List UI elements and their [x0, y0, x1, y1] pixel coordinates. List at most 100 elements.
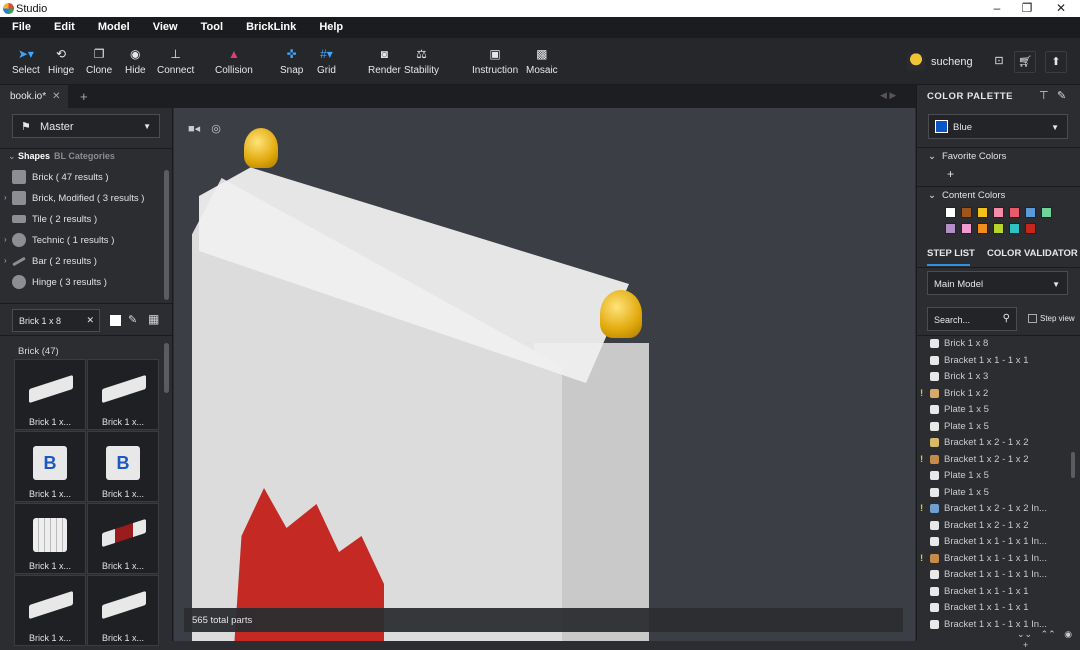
expand-all-icon[interactable]: ⌃⌃ — [1041, 629, 1056, 639]
connect-tool[interactable]: ⊥ Connect — [157, 47, 194, 76]
stability-tool[interactable]: ⚖ Stability — [404, 47, 439, 76]
upload-icon[interactable]: ⬆ — [1045, 51, 1067, 73]
step-list-item[interactable]: Bracket 1 x 1 - 1 x 1 — [917, 600, 1072, 616]
orbit-icon[interactable]: ◎ — [211, 123, 221, 135]
minimize-button[interactable]: – — [982, 0, 1012, 17]
step-search-input[interactable]: Search... ⚲ — [927, 307, 1017, 331]
step-list-item[interactable]: ! Bracket 1 x 2 - 1 x 2 — [917, 452, 1072, 468]
menu-tool[interactable]: Tool — [201, 17, 223, 38]
tab-step-list[interactable]: STEP LIST — [927, 248, 975, 259]
grid-tool[interactable]: #▾ Grid — [317, 47, 336, 76]
edit-filter-icon[interactable]: ✎ — [128, 313, 137, 326]
login-icon[interactable]: ⊡ — [988, 51, 1010, 73]
category-technic[interactable]: › Technic ( 1 results ) — [0, 230, 165, 251]
step-list-item[interactable]: Plate 1 x 5 — [917, 468, 1072, 484]
color-swatch[interactable] — [993, 223, 1004, 234]
part-tile[interactable]: Brick 1 x... — [14, 503, 86, 574]
step-list-item[interactable]: ! Bracket 1 x 2 - 1 x 2 In... — [917, 501, 1072, 517]
menu-view[interactable]: View — [153, 17, 178, 38]
favorite-colors-header[interactable]: ⌄ Favorite Colors — [928, 151, 1006, 162]
hinge-tool[interactable]: ⟲ Hinge — [48, 47, 74, 76]
snap-tool[interactable]: ✜ Snap — [280, 47, 303, 76]
part-tile[interactable]: Brick 1 x... — [14, 575, 86, 646]
part-tile[interactable]: Brick 1 x... — [87, 575, 159, 646]
color-dropdown[interactable]: Blue ▼ — [928, 114, 1068, 139]
tab-bl-categories[interactable]: BL Categories — [54, 151, 115, 161]
part-tile[interactable]: B Brick 1 x... — [14, 431, 86, 502]
select-tool[interactable]: ➤▾ Select — [12, 47, 40, 76]
color-swatch[interactable] — [1041, 207, 1052, 218]
menu-bricklink[interactable]: BrickLink — [246, 17, 296, 38]
tab-shapes[interactable]: Shapes — [18, 151, 50, 161]
step-list-item[interactable]: Bracket 1 x 2 - 1 x 2 — [917, 518, 1072, 534]
square-view-icon[interactable] — [110, 315, 121, 326]
collapse-icon[interactable]: ⌄ — [8, 151, 16, 162]
visibility-icon[interactable]: ◉ — [1064, 629, 1072, 639]
step-list-item[interactable]: Plate 1 x 5 — [917, 402, 1072, 418]
menu-file[interactable]: File — [12, 17, 31, 38]
master-dropdown[interactable]: ⚑ Master ▼ — [12, 114, 160, 138]
color-swatch[interactable] — [1009, 207, 1020, 218]
part-search-input[interactable]: Brick 1 x 8 ✕ — [12, 309, 100, 332]
color-swatch[interactable] — [977, 207, 988, 218]
paint-roller-icon[interactable]: ⊤ — [1039, 89, 1049, 102]
tab-color-validator[interactable]: COLOR VALIDATOR — [987, 248, 1078, 259]
menu-edit[interactable]: Edit — [54, 17, 75, 38]
hide-tool[interactable]: ◉ Hide — [125, 47, 146, 76]
color-swatch[interactable] — [977, 223, 988, 234]
category-brick[interactable]: Brick ( 47 results ) — [0, 167, 165, 188]
color-swatch[interactable] — [1009, 223, 1020, 234]
color-swatch[interactable] — [993, 207, 1004, 218]
content-colors-header[interactable]: ⌄ Content Colors — [928, 190, 1005, 201]
part-tile[interactable]: Brick 1 x... — [14, 359, 86, 430]
step-list-item[interactable]: Bracket 1 x 1 - 1 x 1 — [917, 584, 1072, 600]
video-camera-icon[interactable]: ■◂ — [188, 123, 200, 135]
part-tile[interactable]: B Brick 1 x... — [87, 431, 159, 502]
mosaic-tool[interactable]: ▩ Mosaic — [526, 47, 558, 76]
color-swatch[interactable] — [945, 207, 956, 218]
checkbox[interactable] — [1028, 314, 1037, 324]
color-swatch[interactable] — [961, 223, 972, 234]
eyedropper-icon[interactable]: ✎ — [1057, 89, 1066, 102]
step-list-item[interactable]: ! Brick 1 x 2 — [917, 386, 1072, 402]
model-dropdown[interactable]: Main Model ▼ — [927, 271, 1068, 295]
category-bar[interactable]: › Bar ( 2 results ) — [0, 251, 165, 272]
step-list-item[interactable]: Bracket 1 x 1 - 1 x 1 — [917, 353, 1072, 369]
step-list-item[interactable]: Bracket 1 x 1 - 1 x 1 In... — [917, 534, 1072, 550]
add-tab-button[interactable]: + — [80, 89, 88, 104]
color-swatch[interactable] — [961, 207, 972, 218]
menu-help[interactable]: Help — [319, 17, 343, 38]
step-list-item[interactable]: Bracket 1 x 1 - 1 x 1 In... — [917, 567, 1072, 583]
clone-tool[interactable]: ❐ Clone — [86, 47, 112, 76]
tab-book[interactable]: book.io* ✕ — [0, 85, 68, 108]
cart-icon[interactable]: 🛒︎ — [1014, 51, 1036, 73]
step-list-item[interactable]: Bracket 1 x 2 - 1 x 2 — [917, 435, 1072, 451]
category-scrollbar[interactable] — [164, 170, 169, 300]
step-list-item[interactable]: Plate 1 x 5 — [917, 485, 1072, 501]
step-view-checkbox[interactable]: Step view — [1028, 314, 1075, 324]
parts-scrollbar[interactable] — [164, 343, 169, 393]
add-step-icon[interactable]: + — [1023, 640, 1028, 650]
part-tile[interactable]: Brick 1 x... — [87, 503, 159, 574]
restore-button[interactable]: ❐ — [1012, 0, 1042, 17]
step-list-item[interactable]: Plate 1 x 5 — [917, 419, 1072, 435]
menu-model[interactable]: Model — [98, 17, 130, 38]
color-swatch[interactable] — [1025, 223, 1036, 234]
step-list-item[interactable]: ! Bracket 1 x 1 - 1 x 1 In... — [917, 551, 1072, 567]
step-list-item[interactable]: Brick 1 x 3 — [917, 369, 1072, 385]
category-hinge[interactable]: Hinge ( 3 results ) — [0, 272, 165, 293]
add-favorite-color-button[interactable]: + — [947, 167, 954, 181]
color-swatch[interactable] — [945, 223, 956, 234]
clear-search-icon[interactable]: ✕ — [86, 315, 94, 326]
category-brick-modified[interactable]: › Brick, Modified ( 3 results ) — [0, 188, 165, 209]
category-tile[interactable]: Tile ( 2 results ) — [0, 209, 165, 230]
collapse-all-icon[interactable]: ⌄⌄ — [1017, 629, 1032, 639]
grid-view-icon[interactable]: ▦ — [148, 312, 159, 326]
render-tool[interactable]: ◙ Render — [368, 47, 401, 76]
step-list-item[interactable]: Brick 1 x 8 — [917, 336, 1072, 352]
close-tab-icon[interactable]: ✕ — [52, 91, 60, 102]
3d-viewport[interactable]: ■◂ ◎ 565 total parts — [174, 108, 915, 641]
part-tile[interactable]: Brick 1 x... — [87, 359, 159, 430]
step-list-scrollbar[interactable] — [1071, 452, 1075, 478]
collision-tool[interactable]: ▲ Collision — [215, 47, 253, 76]
